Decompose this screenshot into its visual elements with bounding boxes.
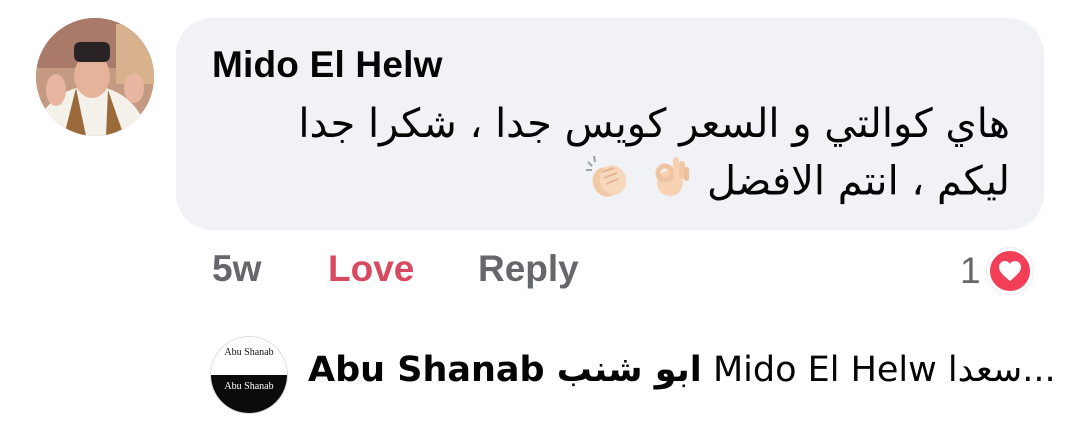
reply-snippet: Mido El Helw سعدا... <box>712 350 1056 390</box>
comment-text-line-1: هاي كوالتي و السعر كويس جدا ، شكرا جدا <box>298 101 1010 147</box>
comment-text-line-2: ليكم ، انتم الافضل <box>210 152 1010 215</box>
reply-preview[interactable]: Abu Shanab Abu Shanab Abu Shanab ابو شنب… <box>210 336 1056 414</box>
avatar-logo-text-top: Abu Shanab <box>224 347 274 358</box>
avatar-logo-text-bottom: Abu Shanab <box>211 375 287 413</box>
love-button[interactable]: Love <box>328 248 414 290</box>
reaction-count: 1 <box>960 250 981 291</box>
reaction-summary[interactable]: 1 <box>960 248 1033 294</box>
reply-avatar[interactable]: Abu Shanab Abu Shanab <box>210 336 288 414</box>
clapping-hands-icon <box>584 152 632 215</box>
heart-icon <box>986 248 1033 294</box>
comment-author-name[interactable]: Mido El Helw <box>212 44 443 86</box>
reply-preview-text: Abu Shanab ابو شنب Mido El Helw سعدا... <box>308 350 1056 390</box>
reply-button[interactable]: Reply <box>478 248 579 290</box>
avatar[interactable] <box>36 18 154 136</box>
avatar-photo <box>36 18 154 136</box>
reply-author-name[interactable]: Abu Shanab ابو شنب <box>308 350 702 390</box>
comment-age[interactable]: 5w <box>212 248 261 290</box>
comment-bubble: Mido El Helw هاي كوالتي و السعر كويس جدا… <box>176 18 1044 230</box>
comment-text: هاي كوالتي و السعر كويس جدا ، شكرا جدا ل… <box>210 96 1010 215</box>
comment-text-line-2-text: ليكم ، انتم الافضل <box>707 158 1010 205</box>
ok-hand-icon <box>648 153 692 214</box>
